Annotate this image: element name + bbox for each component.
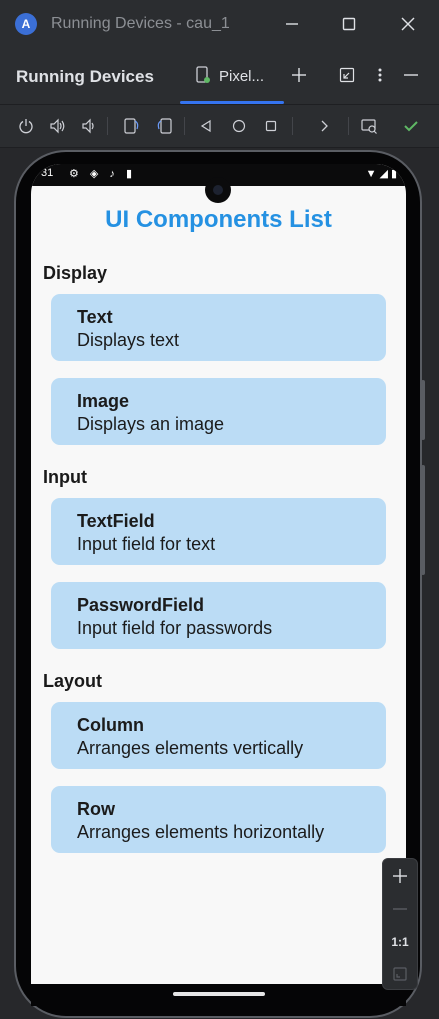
- title-bar: A Running Devices - cau_1: [0, 0, 439, 48]
- tab-label: Pixel...: [219, 68, 265, 85]
- hide-panel-icon[interactable]: [400, 64, 422, 86]
- screenshot-icon[interactable]: [358, 115, 380, 137]
- navigation-bar: [31, 984, 406, 1006]
- toolbar-separator: [292, 117, 293, 135]
- volume-up-icon[interactable]: [47, 115, 69, 137]
- card-name: PasswordField: [77, 595, 205, 615]
- toolbar-separator: [348, 117, 349, 135]
- toolbar-separator: [107, 117, 108, 135]
- card-description: Displays an image: [77, 414, 225, 434]
- card-name: TextField: [77, 511, 155, 531]
- zoom-fit-icon[interactable]: [383, 961, 417, 987]
- device-icon: [196, 66, 210, 83]
- component-card-row[interactable]: Row Arranges elements horizontally: [51, 786, 386, 853]
- card-name: Text: [77, 307, 113, 327]
- section-title-input: Input: [43, 467, 87, 487]
- component-card-textfield[interactable]: TextField Input field for text: [51, 498, 386, 565]
- zoom-in-icon[interactable]: [383, 863, 417, 889]
- restore-layout-icon[interactable]: [336, 64, 358, 86]
- active-tab-indicator: [180, 101, 284, 104]
- android-studio-logo-icon: A: [15, 13, 37, 35]
- zoom-controls: 1:1: [382, 858, 418, 990]
- zoom-out-icon[interactable]: [383, 896, 417, 922]
- status-notification-icons: ⚙ ◈ ♪ ▮: [69, 168, 137, 180]
- window-title: Running Devices - cau_1: [51, 15, 230, 32]
- rotate-right-icon[interactable]: [154, 115, 176, 137]
- component-card-image[interactable]: Image Displays an image: [51, 378, 386, 445]
- toolbar-separator: [184, 117, 185, 135]
- gesture-home-pill[interactable]: [173, 992, 265, 996]
- section-title-display: Display: [43, 263, 108, 283]
- camera-cutout: [205, 177, 231, 203]
- component-card-passwordfield[interactable]: PasswordField Input field for passwords: [51, 582, 386, 649]
- phone-side-button: [421, 380, 425, 440]
- app-title: UI Components List: [105, 206, 332, 233]
- logo-letter: A: [21, 17, 31, 31]
- tool-window-header: Running Devices Pixel...: [0, 48, 439, 105]
- component-card-text[interactable]: Text Displays text: [51, 294, 386, 361]
- device-screen[interactable]: 31 ⚙ ◈ ♪ ▮ ▼◢▮ UI Components List Displa…: [31, 164, 406, 984]
- close-icon[interactable]: [396, 12, 420, 36]
- card-name: Image: [77, 391, 130, 411]
- card-description: Displays text: [77, 330, 180, 350]
- home-icon[interactable]: [228, 115, 250, 137]
- chevron-right-icon[interactable]: [313, 115, 335, 137]
- power-icon[interactable]: [15, 115, 37, 137]
- phone-volume-button: [421, 465, 425, 575]
- maximize-icon[interactable]: [337, 12, 361, 36]
- status-time: 31: [41, 167, 54, 179]
- card-name: Row: [77, 799, 115, 819]
- tab-pixel-device[interactable]: Pixel...: [180, 48, 284, 104]
- rotate-left-icon[interactable]: [120, 115, 142, 137]
- add-icon[interactable]: [288, 64, 310, 86]
- volume-down-icon[interactable]: [78, 115, 100, 137]
- zoom-actual-size-button[interactable]: 1:1: [383, 929, 417, 955]
- back-icon[interactable]: [195, 115, 217, 137]
- card-description: Arranges elements horizontally: [77, 822, 325, 842]
- overview-icon[interactable]: [260, 115, 282, 137]
- tool-window-title: Running Devices: [16, 67, 154, 86]
- more-vertical-icon[interactable]: [369, 64, 391, 86]
- status-signal-icons: ▼◢▮: [365, 168, 400, 180]
- card-description: Input field for passwords: [77, 618, 273, 638]
- card-name: Column: [77, 715, 144, 735]
- minimize-icon[interactable]: [280, 12, 304, 36]
- card-description: Input field for text: [77, 534, 216, 554]
- checkmark-icon[interactable]: [400, 115, 422, 137]
- section-title-layout: Layout: [43, 671, 103, 691]
- card-description: Arranges elements vertically: [77, 738, 304, 758]
- component-card-column[interactable]: Column Arranges elements vertically: [51, 702, 386, 769]
- device-toolbar: [0, 105, 439, 148]
